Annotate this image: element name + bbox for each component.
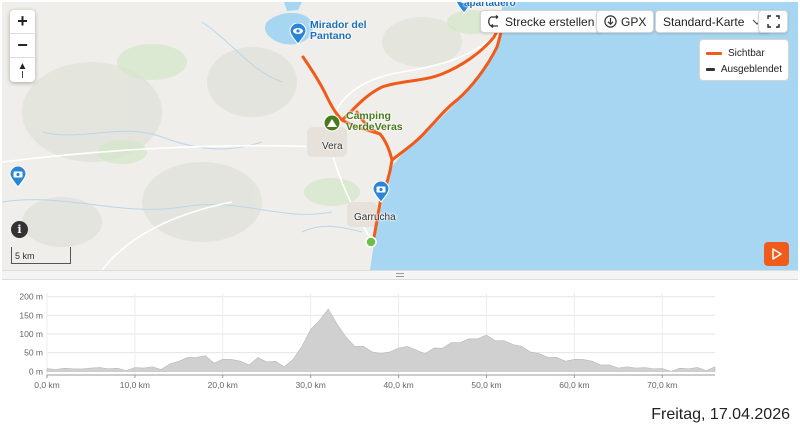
map-type-label: Standard-Karte	[663, 14, 745, 29]
elevation-profile[interactable]: 0 m 50 m 100 m 150 m 200 m 0,0 km 10,0 km 20,0 …	[2, 281, 798, 398]
fullscreen-icon	[766, 15, 780, 28]
poi-label-mirador: Mirador del Pantano	[310, 19, 367, 42]
gpx-label: GPX	[621, 14, 647, 29]
fullscreen-button[interactable]	[758, 10, 788, 33]
legend-swatch-visible	[706, 51, 722, 55]
scale-bar: 5 km	[11, 247, 71, 264]
camera-icon[interactable]	[9, 166, 27, 188]
info-icon[interactable]: i	[11, 221, 28, 238]
legend-swatch-hidden	[706, 67, 715, 71]
poi-label-camping: Camping VerdeVeras	[346, 110, 403, 133]
x-tick-label: 50,0 km	[471, 380, 501, 390]
compass-north-icon: ▲	[17, 60, 28, 72]
plus-icon: +	[17, 11, 28, 31]
zoom-controls: + − ▲	[10, 10, 35, 82]
legend-label-visible: Sichtbar	[728, 47, 765, 59]
route-icon	[488, 15, 499, 28]
zoom-out-button[interactable]: −	[10, 34, 35, 58]
panel-resize-handle[interactable]	[2, 270, 798, 280]
y-tick-label: 0 m	[29, 366, 43, 376]
y-tick-label: 200 m	[19, 292, 43, 302]
y-tick-label: 100 m	[19, 329, 43, 339]
poi-label-apartadero: apartadero	[464, 2, 516, 9]
map-type-select[interactable]: Standard-Karte	[655, 10, 771, 33]
legend-item-visible[interactable]: Sichtbar	[706, 45, 782, 61]
scale-label: 5 km	[15, 251, 35, 261]
zoom-in-button[interactable]: +	[10, 10, 35, 34]
map-view[interactable]: Mirador del Pantano Camping VerdeVeras V…	[2, 2, 798, 270]
date-label: Freitag, 17.04.2026	[651, 406, 790, 423]
x-tick-label: 40,0 km	[383, 380, 413, 390]
x-tick-label: 20,0 km	[208, 380, 238, 390]
drag-grip-icon	[396, 273, 404, 277]
play-icon	[771, 248, 782, 260]
download-icon	[604, 15, 617, 28]
viewpoint-icon[interactable]	[289, 23, 307, 45]
place-label-garrucha: Garrucha	[354, 212, 396, 223]
legend-label-hidden: Ausgeblendet	[720, 63, 782, 75]
x-tick-label: 60,0 km	[559, 380, 589, 390]
y-tick-label: 150 m	[19, 310, 43, 320]
create-route-button[interactable]: Strecke erstellen	[480, 10, 603, 33]
place-label-vera: Vera	[322, 141, 343, 152]
x-tick-label: 0,0 km	[34, 380, 60, 390]
map-base[interactable]	[2, 2, 798, 270]
route-legend: Sichtbar Ausgeblendet	[699, 39, 789, 81]
y-tick-label: 50 m	[24, 348, 43, 358]
x-tick-label: 30,0 km	[296, 380, 326, 390]
x-tick-label: 10,0 km	[120, 380, 150, 390]
x-tick-label: 70,0 km	[647, 380, 677, 390]
camera-icon[interactable]	[372, 181, 390, 203]
play-button[interactable]	[764, 242, 789, 266]
minus-icon: −	[17, 35, 28, 55]
legend-item-hidden[interactable]: Ausgeblendet	[706, 61, 782, 77]
camping-icon[interactable]	[323, 114, 341, 134]
gpx-download-button[interactable]: GPX	[596, 10, 655, 33]
create-route-label: Strecke erstellen	[505, 14, 595, 29]
elevation-area	[46, 308, 716, 372]
elevation-chart[interactable]: 0 m 50 m 100 m 150 m 200 m 0,0 km 10,0 km 20,0 …	[2, 281, 798, 398]
reset-north-button[interactable]: ▲	[10, 58, 35, 82]
